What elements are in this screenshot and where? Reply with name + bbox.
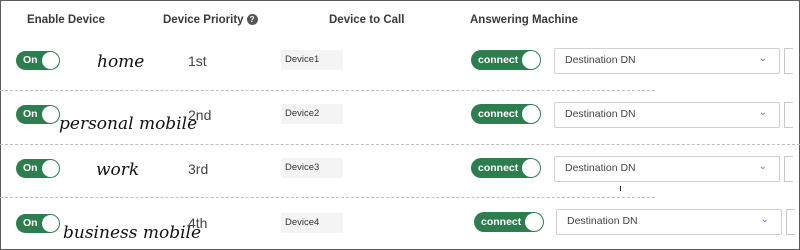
destination-dn-value: Destination DN <box>565 162 636 174</box>
cell-edge <box>784 156 793 182</box>
device-name-annotation: work <box>96 160 140 180</box>
device-name-annotation: business mobile <box>63 223 202 243</box>
toggle-label: On <box>23 162 38 174</box>
toggle-label: connect <box>478 54 519 66</box>
device-to-call-field[interactable]: Device4 <box>281 213 343 233</box>
toggle-label: connect <box>478 108 519 120</box>
row-divider <box>0 144 800 145</box>
cell-edge <box>786 209 795 235</box>
enable-device-toggle[interactable]: On <box>16 159 60 178</box>
toggle-knob <box>42 106 59 123</box>
chevron-down-icon: ⌄ <box>758 161 767 172</box>
toggle-knob <box>42 52 59 69</box>
help-icon[interactable]: ? <box>246 14 258 25</box>
destination-dn-value: Destination DN <box>565 108 636 120</box>
answering-machine-toggle[interactable]: connect <box>471 158 541 178</box>
destination-dn-select[interactable]: Destination DN ⌄ <box>554 156 780 182</box>
cell-edge <box>784 102 793 128</box>
device-priority-value: 4th <box>188 215 208 231</box>
toggle-label: connect <box>478 162 519 174</box>
toggle-knob <box>525 213 543 231</box>
device-name-annotation: personal mobile <box>59 114 198 134</box>
toggle-knob <box>522 159 540 177</box>
device-priority-value: 3rd <box>188 161 209 177</box>
toggle-label: On <box>23 217 38 229</box>
toggle-label: On <box>23 54 38 66</box>
header-device-priority-label: Device Priority <box>163 14 244 26</box>
toggle-knob <box>42 160 59 177</box>
toggle-label: On <box>23 108 38 120</box>
destination-dn-select[interactable]: Destination DN ⌄ <box>554 102 780 128</box>
toggle-knob <box>522 105 540 123</box>
header-answering-machine: Answering Machine <box>470 14 578 26</box>
toggle-label: connect <box>481 216 522 228</box>
device-to-call-field[interactable]: Device2 <box>281 104 343 124</box>
answering-machine-toggle[interactable]: connect <box>474 212 544 232</box>
chevron-down-icon: ⌄ <box>758 53 767 64</box>
header-device-priority: Device Priority? <box>163 14 258 26</box>
enable-device-toggle[interactable]: On <box>16 214 60 233</box>
destination-dn-value: Destination DN <box>565 54 636 66</box>
answering-machine-toggle[interactable]: connect <box>471 50 541 70</box>
row-divider <box>0 197 655 198</box>
enable-device-toggle[interactable]: On <box>16 51 60 70</box>
header-enable-device: Enable Device <box>27 14 105 26</box>
device-to-call-field[interactable]: Device3 <box>281 158 343 178</box>
device-name-annotation: home <box>97 52 145 72</box>
toggle-knob <box>42 215 59 232</box>
destination-dn-select[interactable]: Destination DN ⌄ <box>556 209 782 235</box>
row-divider <box>0 90 655 91</box>
stray-mark <box>620 186 621 191</box>
cell-edge <box>784 48 793 74</box>
toggle-knob <box>522 51 540 69</box>
device-priority-value: 2nd <box>188 107 212 123</box>
chevron-down-icon: ⌄ <box>758 107 767 118</box>
destination-dn-select[interactable]: Destination DN ⌄ <box>554 48 780 74</box>
enable-device-toggle[interactable]: On <box>16 105 60 124</box>
answering-machine-toggle[interactable]: connect <box>471 104 541 124</box>
header-device-to-call: Device to Call <box>329 14 405 26</box>
chevron-down-icon: ⌄ <box>760 214 769 225</box>
device-priority-value: 1st <box>188 53 207 69</box>
destination-dn-value: Destination DN <box>567 215 638 227</box>
device-to-call-field[interactable]: Device1 <box>281 50 343 70</box>
